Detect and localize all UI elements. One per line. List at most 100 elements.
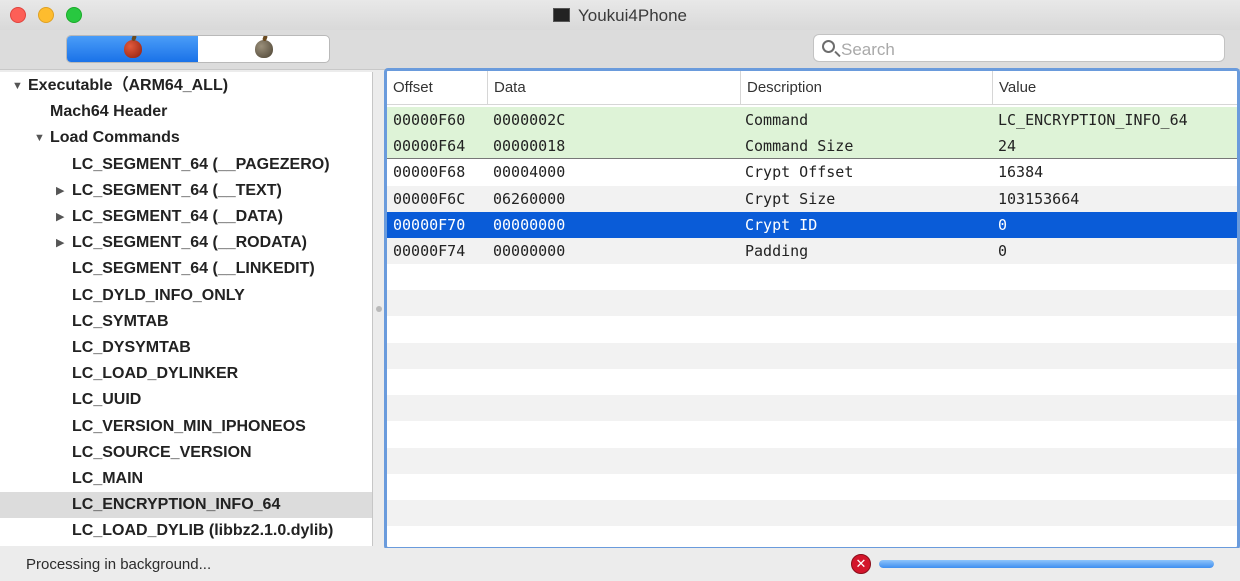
sidebar-item[interactable]: ▶ LC_SEGMENT_64 (__TEXT) bbox=[0, 178, 372, 204]
search-icon bbox=[822, 40, 835, 53]
disclosure-collapsed-icon[interactable]: ▶ bbox=[56, 178, 64, 204]
empty-table-row bbox=[387, 369, 1237, 395]
load-commands-outline: ▼ Executable（ARM64_ALL) Mach64 Header ▼ Load… bbox=[0, 72, 373, 546]
cell-description: Crypt ID bbox=[745, 215, 818, 234]
cell-value: 24 bbox=[998, 137, 1017, 156]
segment-rva-view[interactable] bbox=[198, 36, 329, 62]
sidebar-item[interactable]: LC_SOURCE_VERSION bbox=[0, 440, 372, 466]
sidebar-item[interactable]: LC_VERSION_MIN_IPHONEOS bbox=[0, 414, 372, 440]
sidebar-item-label: LC_MAIN bbox=[72, 470, 144, 487]
table-row[interactable]: 00000F60 0000002C Command LC_ENCRYPTION_INF… bbox=[387, 107, 1237, 133]
sidebar-item-label: Executable（ARM64_ALL) bbox=[28, 77, 229, 94]
sidebar-item[interactable]: LC_LOAD_DYLINKER bbox=[0, 361, 372, 387]
red-apple-icon bbox=[123, 40, 142, 58]
cell-data: 00000000 bbox=[493, 242, 566, 260]
table-row[interactable]: 00000F68 00004000 Crypt Offset 16384 bbox=[387, 159, 1237, 185]
sidebar-item[interactable]: LC_DYSYMTAB bbox=[0, 335, 372, 361]
sidebar-item-label: LC_SEGMENT_64 (__DATA) bbox=[72, 208, 283, 225]
status-text: Processing in background... bbox=[26, 556, 212, 573]
split-view-divider-handle[interactable] bbox=[376, 306, 382, 312]
sidebar-item[interactable]: Mach64 Header bbox=[0, 99, 372, 125]
sidebar-item-label: Mach64 Header bbox=[50, 103, 168, 121]
sidebar-item[interactable]: LC_MAIN bbox=[0, 466, 372, 492]
segment-raw-view[interactable] bbox=[67, 36, 198, 62]
sidebar-item-label: LC_LOAD_DYLINKER bbox=[72, 365, 239, 383]
table-header: Offset Data Description Value bbox=[387, 71, 1237, 105]
progress-bar bbox=[879, 560, 1214, 568]
table-row[interactable]: 00000F70 00000000 Crypt ID 0 bbox=[387, 211, 1237, 238]
column-header-data[interactable]: Data bbox=[487, 71, 740, 105]
window-title-container: Youkui4Phone bbox=[0, 6, 1240, 26]
column-header-offset[interactable]: Offset bbox=[387, 71, 487, 105]
disclosure-collapsed-icon[interactable]: ▶ bbox=[56, 230, 64, 256]
stop-processing-icon[interactable]: ✕ bbox=[851, 554, 871, 574]
cell-description: Crypt Offset bbox=[745, 163, 854, 182]
empty-table-row bbox=[387, 447, 1237, 474]
cell-description: Crypt Size bbox=[745, 189, 836, 208]
sidebar-item-label: Load Commands bbox=[50, 129, 180, 147]
table-row[interactable]: 00000F74 00000000 Padding 0 bbox=[387, 238, 1237, 264]
empty-table-row bbox=[387, 421, 1237, 447]
search-field[interactable]: Search bbox=[813, 34, 1225, 62]
sidebar-item-label: LC_DYLD_INFO_ONLY bbox=[72, 286, 245, 304]
search-placeholder: Search bbox=[841, 40, 895, 59]
gray-apple-icon bbox=[254, 40, 273, 58]
disclosure-expanded-icon[interactable]: ▼ bbox=[12, 73, 23, 99]
cell-data: 00000018 bbox=[493, 137, 566, 156]
sidebar-item[interactable]: LC_ENCRYPTION_INFO_64 bbox=[0, 492, 372, 519]
title-bar: Youkui4Phone bbox=[0, 0, 1240, 30]
sidebar-item-label: LC_LOAD_DYLIB (libbz2.1.0.dylib) bbox=[72, 522, 334, 540]
cell-value: 0 bbox=[998, 215, 1008, 234]
empty-table-row bbox=[387, 526, 1237, 547]
cell-description: Padding bbox=[745, 242, 809, 260]
sidebar-item[interactable]: LC_SEGMENT_64 (__PAGEZERO) bbox=[0, 152, 372, 178]
table-row[interactable]: 00000F6C 06260000 Crypt Size 103153664 bbox=[387, 185, 1237, 212]
column-header-value[interactable]: Value bbox=[992, 71, 1237, 105]
sidebar-item-label: LC_SEGMENT_64 (__PAGEZERO) bbox=[72, 155, 330, 173]
cell-data: 0000002C bbox=[493, 111, 566, 129]
cell-value: 16384 bbox=[998, 163, 1044, 182]
cell-value: 0 bbox=[998, 242, 1008, 260]
empty-table-row bbox=[387, 317, 1237, 343]
cell-offset: 00000F68 bbox=[393, 163, 466, 182]
sidebar-item[interactable]: LC_SEGMENT_64 (__LINKEDIT) bbox=[0, 256, 372, 282]
sidebar-item-label: LC_ENCRYPTION_INFO_64 bbox=[72, 496, 281, 514]
cell-description: Command bbox=[745, 111, 809, 129]
empty-table-row bbox=[387, 290, 1237, 317]
window-title: Youkui4Phone bbox=[577, 6, 688, 25]
terminal-icon bbox=[552, 8, 570, 22]
sidebar-item[interactable]: LC_DYLD_INFO_ONLY bbox=[0, 283, 372, 309]
empty-table-row bbox=[387, 500, 1237, 526]
sidebar-item-label: LC_VERSION_MIN_IPHONEOS bbox=[72, 417, 306, 435]
empty-table-row bbox=[387, 342, 1237, 369]
cell-offset: 00000F74 bbox=[393, 242, 466, 260]
sidebar-item-label: LC_SEGMENT_64 (__LINKEDIT) bbox=[72, 260, 315, 278]
table-row[interactable]: 00000F64 00000018 Command Size 24 bbox=[387, 133, 1237, 160]
disclosure-collapsed-icon[interactable]: ▶ bbox=[56, 204, 64, 230]
sidebar-item-label: LC_SEGMENT_64 (__RODATA) bbox=[72, 234, 307, 252]
sidebar-item-label: LC_UUID bbox=[72, 391, 142, 409]
empty-table-row bbox=[387, 395, 1237, 422]
sidebar-item-label: LC_SYMTAB bbox=[72, 312, 169, 330]
cell-value: 103153664 bbox=[998, 189, 1080, 208]
disclosure-expanded-icon[interactable]: ▼ bbox=[34, 125, 45, 151]
detail-table: Offset Data Description Value 00000F60 00… bbox=[384, 68, 1240, 550]
sidebar-item[interactable]: LC_LOAD_DYLIB (libbz2.1.0.dylib) bbox=[0, 518, 372, 544]
sidebar-item[interactable]: ▼ Load Commands bbox=[0, 125, 372, 151]
cell-offset: 00000F64 bbox=[393, 137, 466, 156]
sidebar-item[interactable]: ▶ LC_SEGMENT_64 (__RODATA) bbox=[0, 230, 372, 256]
toolbar: Search bbox=[0, 30, 1240, 70]
view-mode-segmented-control bbox=[66, 35, 330, 63]
sidebar-item[interactable]: LC_SYMTAB bbox=[0, 309, 372, 335]
sidebar-item[interactable]: ▼ Executable（ARM64_ALL) bbox=[0, 73, 372, 99]
cell-offset: 00000F6C bbox=[393, 189, 466, 208]
sidebar-item[interactable]: ▶ LC_SEGMENT_64 (__DATA) bbox=[0, 204, 372, 230]
sidebar-item-label: LC_DYSYMTAB bbox=[72, 339, 191, 356]
cell-description: Command Size bbox=[745, 137, 854, 156]
empty-table-row bbox=[387, 264, 1237, 290]
column-header-description[interactable]: Description bbox=[740, 71, 992, 105]
cell-data: 06260000 bbox=[493, 189, 566, 208]
cell-offset: 00000F70 bbox=[393, 215, 466, 234]
status-bar: Processing in background... ✕ bbox=[0, 548, 1240, 581]
sidebar-item[interactable]: LC_UUID bbox=[0, 387, 372, 413]
